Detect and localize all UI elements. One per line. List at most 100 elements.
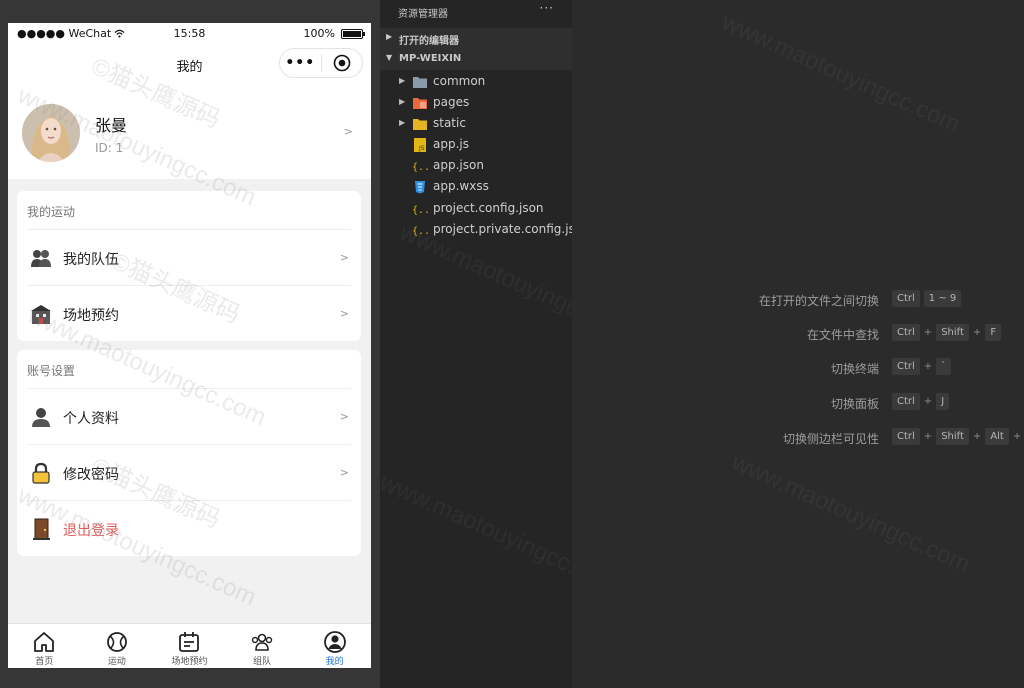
- tab-label: 组队: [253, 657, 272, 667]
- key-plus: +: [923, 361, 933, 372]
- tab-booking[interactable]: 场地预约: [153, 624, 226, 668]
- card-title: 我的运动: [27, 205, 76, 219]
- editor-area: 在打开的文件之间切换 Ctrl 1 ~ 9 在文件中查找 Ctrl + Shif…: [572, 0, 1024, 688]
- json-file-icon: {..}: [412, 226, 428, 237]
- menu-label: 个人资料: [63, 411, 119, 427]
- shortcut-label: 在打开的文件之间切换: [758, 294, 879, 308]
- tab-label: 我的: [325, 657, 344, 667]
- user-name: 张曼: [95, 116, 128, 135]
- key: Ctrl: [892, 358, 920, 375]
- avatar-image: [22, 104, 80, 162]
- file-name: project.config.json: [433, 201, 544, 215]
- menu-item-my-team[interactable]: 我的队伍 >: [27, 229, 351, 285]
- tab-label: 运动: [107, 657, 126, 667]
- menu-capsule: •••: [279, 48, 363, 78]
- menu-label: 修改密码: [63, 467, 119, 483]
- close-button[interactable]: [321, 54, 362, 72]
- tree-folder-static[interactable]: ▶ static: [380, 113, 572, 134]
- section-project[interactable]: ▼ MP-WEIXIN: [380, 49, 572, 70]
- tree-file-project-config[interactable]: {..} project.config.json: [380, 198, 572, 219]
- shortcut-label: 切换侧边栏可见性: [782, 432, 879, 446]
- chevron-right-icon: ▶: [399, 118, 406, 127]
- nav-bar: 我的 •••: [8, 45, 371, 83]
- door-icon: [33, 518, 50, 540]
- key: Ctrl: [892, 428, 920, 445]
- section-label: 打开的编辑器: [399, 36, 459, 47]
- venue-icon: [31, 305, 51, 324]
- chevron-right-icon: >: [339, 466, 349, 479]
- json-file-icon: {..}: [412, 205, 428, 216]
- tab-label: 场地预约: [171, 657, 208, 667]
- lock-icon: [32, 462, 50, 484]
- battery-fill: [343, 30, 361, 37]
- menu-item-profile[interactable]: 个人资料 >: [27, 388, 351, 444]
- profile-header[interactable]: 张曼 ID: 1 >: [8, 83, 371, 179]
- shortcut-label: 切换面板: [830, 397, 879, 411]
- menu-item-venue-booking[interactable]: 场地预约 >: [27, 285, 351, 341]
- tree-file-app-json[interactable]: {..} app.json: [380, 155, 572, 176]
- shortcut-keys: Ctrl + J: [892, 393, 950, 410]
- more-button[interactable]: •••: [280, 55, 321, 71]
- shortcut-keys: Ctrl 1 ~ 9: [892, 290, 962, 307]
- file-name: project.private.config.js...: [433, 222, 587, 236]
- chevron-right-icon: >: [339, 307, 349, 320]
- shortcut-keys: Ctrl + Shift + Alt + B: [892, 428, 1024, 445]
- tab-team[interactable]: 组队: [226, 624, 299, 668]
- css-file-icon: [415, 181, 425, 194]
- shortcut-label: 在文件中查找: [806, 328, 879, 342]
- chevron-down-icon: ▼: [386, 53, 393, 62]
- tab-mine[interactable]: 我的: [298, 624, 371, 668]
- tree-file-project-private-config[interactable]: {..} project.private.config.js...: [380, 219, 586, 240]
- shortcut-toggle-panel: 切换面板 Ctrl + J: [572, 393, 1024, 413]
- user-id: ID: 1: [95, 141, 124, 155]
- group-icon: [251, 633, 273, 651]
- shortcut-label: 切换终端: [830, 362, 879, 376]
- key-plus: +: [923, 431, 933, 442]
- shortcut-keys: Ctrl + `: [892, 358, 952, 375]
- tab-sports[interactable]: 运动: [81, 624, 154, 668]
- key: Ctrl: [892, 393, 920, 410]
- key: Alt: [985, 428, 1009, 445]
- key: Ctrl: [892, 324, 920, 341]
- chevron-right-icon: >: [339, 410, 349, 423]
- key-plus: +: [1012, 431, 1022, 442]
- person-icon: [32, 408, 50, 427]
- chevron-right-icon: >: [339, 251, 349, 264]
- svg-text:{..}: {..}: [412, 226, 428, 237]
- ball-icon: [106, 632, 127, 652]
- menu-item-logout[interactable]: 退出登录: [27, 500, 351, 556]
- chevron-right-icon: ▶: [399, 97, 406, 106]
- file-name: common: [433, 74, 486, 88]
- file-name: app.wxss: [433, 179, 489, 193]
- user-icon: [323, 631, 346, 653]
- chevron-right-icon: ▶: [399, 76, 406, 85]
- key-plus: +: [972, 327, 982, 338]
- more-actions-button[interactable]: ···: [540, 1, 554, 15]
- tab-bar: 首页 运动 场地预约 组队 我的: [8, 623, 371, 668]
- file-name: app.json: [433, 158, 484, 172]
- shortcut-switch-files: 在打开的文件之间切换 Ctrl 1 ~ 9: [572, 290, 1024, 310]
- key-plus: +: [923, 327, 933, 338]
- status-bar: ●●●●● WeChat 15:58 100%: [8, 23, 371, 45]
- battery-icon: [341, 28, 365, 39]
- tree-file-app-js[interactable]: JS app.js: [380, 134, 572, 155]
- tab-home[interactable]: 首页: [8, 624, 81, 668]
- key-plus: +: [923, 396, 933, 407]
- card-title: 账号设置: [27, 364, 76, 378]
- battery-percent: 100%: [303, 27, 335, 40]
- shortcut-keys: Ctrl + Shift + F: [892, 324, 1002, 341]
- tree-folder-common[interactable]: ▶ common: [380, 71, 572, 92]
- section-open-editors[interactable]: ▶ 打开的编辑器: [380, 28, 572, 49]
- key: `: [936, 358, 952, 375]
- explorer-panel: 资源管理器 ··· ▶ 打开的编辑器 ▼ MP-WEIXIN ▶ common …: [376, 0, 642, 688]
- chevron-right-icon: >: [343, 125, 353, 138]
- menu-item-change-password[interactable]: 修改密码 >: [27, 444, 351, 500]
- tab-label: 首页: [35, 657, 54, 667]
- tree-file-app-wxss[interactable]: app.wxss: [380, 176, 572, 197]
- avatar: [22, 104, 80, 162]
- tree-folder-pages[interactable]: ▶ pages: [380, 92, 572, 113]
- key: F: [985, 324, 1002, 341]
- key: 1 ~ 9: [923, 290, 962, 307]
- explorer-title: 资源管理器: [398, 9, 448, 20]
- chevron-right-icon: ▶: [386, 32, 393, 41]
